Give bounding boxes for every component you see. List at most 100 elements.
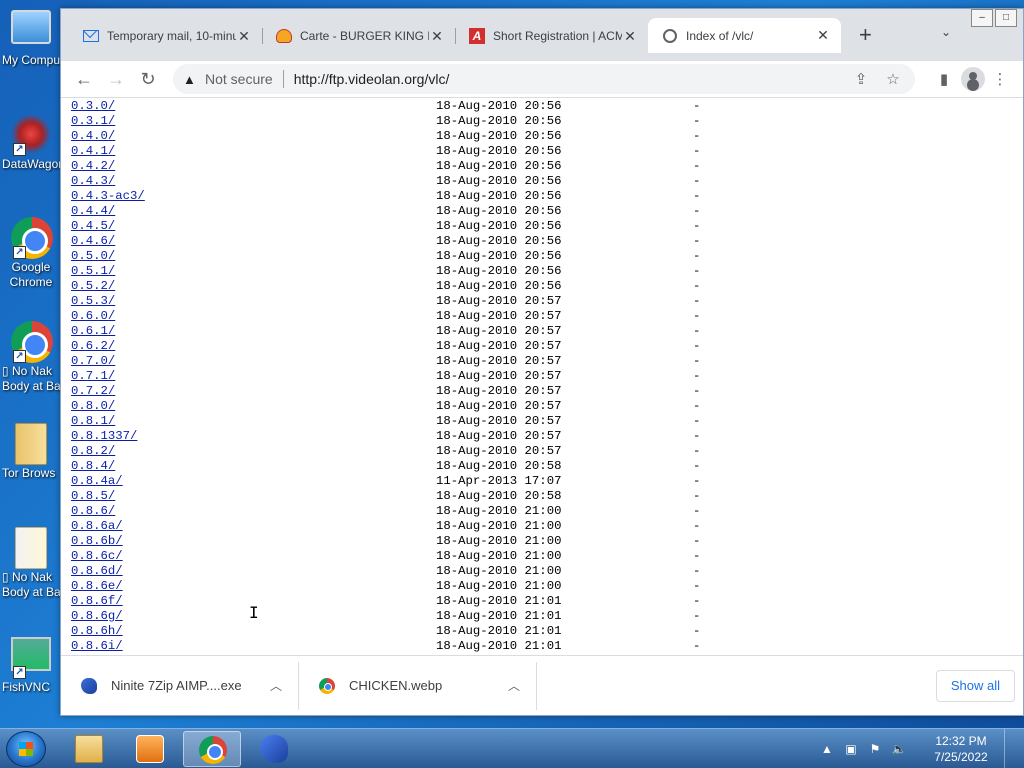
listing-row: 0.7.2/18-Aug-2010 20:57 -: [71, 384, 1023, 399]
listing-row: 0.8.6d/18-Aug-2010 21:00 -: [71, 564, 1023, 579]
download-name: CHICKEN.webp: [349, 678, 443, 693]
directory-link[interactable]: 0.7.0/: [71, 354, 436, 369]
desktop-icon-label: Google Chrome: [9, 260, 53, 289]
network-icon[interactable]: ▣: [842, 742, 860, 756]
directory-link[interactable]: 0.4.4/: [71, 204, 436, 219]
directory-link[interactable]: 0.4.0/: [71, 129, 436, 144]
directory-link[interactable]: 0.4.5/: [71, 219, 436, 234]
directory-link[interactable]: 0.6.2/: [71, 339, 436, 354]
directory-link[interactable]: 0.8.4a/: [71, 474, 436, 489]
show-all-button[interactable]: Show all: [935, 670, 1015, 702]
close-icon[interactable]: ✕: [429, 28, 445, 45]
show-desktop-button[interactable]: [1004, 729, 1016, 768]
system-tray: ▲ ▣ ⚑ 🔈 12:32 PM 7/25/2022: [818, 729, 1016, 768]
minimize-button[interactable]: –: [971, 9, 993, 27]
directory-link[interactable]: 0.6.1/: [71, 324, 436, 339]
directory-link[interactable]: 0.8.1/: [71, 414, 436, 429]
directory-link[interactable]: 0.5.2/: [71, 279, 436, 294]
listing-row: 0.5.1/18-Aug-2010 20:56 -: [71, 264, 1023, 279]
directory-link[interactable]: 0.8.4/: [71, 459, 436, 474]
directory-link[interactable]: 0.4.6/: [71, 234, 436, 249]
menu-icon[interactable]: ⋮: [985, 70, 1015, 88]
chevron-up-icon[interactable]: ︿: [270, 677, 282, 694]
directory-link[interactable]: 0.8.6i/: [71, 639, 436, 654]
taskbar-ninite[interactable]: [245, 731, 303, 767]
directory-link[interactable]: 0.8.2/: [71, 444, 436, 459]
text-cursor-icon: I: [249, 603, 259, 622]
side-panel-icon[interactable]: ▮: [929, 70, 959, 88]
new-tab-button[interactable]: +: [859, 19, 872, 53]
flag-icon[interactable]: ⚑: [866, 742, 884, 756]
directory-link[interactable]: 0.3.1/: [71, 114, 436, 129]
directory-link[interactable]: 0.8.6h/: [71, 624, 436, 639]
start-button[interactable]: [6, 731, 46, 767]
desktop-icon-label: My Computer: [2, 53, 62, 67]
tab-burger-king[interactable]: Carte - BURGER KING FR ✕: [262, 19, 455, 53]
bookmark-star-icon[interactable]: ☆: [881, 70, 905, 88]
directory-link[interactable]: 0.8.1337/: [71, 429, 436, 444]
download-item-chicken[interactable]: CHICKEN.webp ︿: [299, 661, 537, 710]
desktop-icon-google-chrome[interactable]: ↗ Google Chrome: [0, 217, 62, 290]
directory-link[interactable]: 0.8.6/: [71, 504, 436, 519]
tab-index-of-vlc[interactable]: Index of /vlc/ ✕: [648, 18, 841, 53]
directory-link[interactable]: 0.8.6c/: [71, 549, 436, 564]
directory-link[interactable]: 0.4.3-ac3/: [71, 189, 436, 204]
chevron-up-icon[interactable]: ︿: [508, 677, 520, 694]
directory-link[interactable]: 0.8.6a/: [71, 519, 436, 534]
directory-link[interactable]: 0.4.3/: [71, 174, 436, 189]
directory-link[interactable]: 0.5.1/: [71, 264, 436, 279]
desktop-icon-tor-browser[interactable]: Tor Brows: [0, 423, 62, 481]
address-bar[interactable]: ▲ Not secure http://ftp.videolan.org/vlc…: [173, 64, 915, 94]
desktop-icon-datawagon[interactable]: ↗ DataWagon: [0, 114, 62, 172]
tab-search-button[interactable]: ⌄: [941, 25, 951, 39]
directory-link[interactable]: 0.8.6d/: [71, 564, 436, 579]
profile-avatar[interactable]: [961, 67, 985, 91]
security-label[interactable]: Not secure: [205, 71, 273, 87]
tab-acm-registration[interactable]: A Short Registration | ACM ✕: [455, 19, 648, 53]
reload-button[interactable]: ↻: [133, 65, 163, 93]
share-icon[interactable]: ⇪: [849, 70, 873, 88]
directory-link[interactable]: 0.6.0/: [71, 309, 436, 324]
warning-icon[interactable]: ▲: [183, 72, 197, 87]
directory-link[interactable]: 0.8.5/: [71, 489, 436, 504]
desktop-icon-my-computer[interactable]: My Computer: [0, 10, 62, 68]
file-size: -: [693, 159, 701, 173]
directory-link[interactable]: 0.7.2/: [71, 384, 436, 399]
download-item-ninite[interactable]: Ninite 7Zip AIMP....exe ︿: [61, 661, 299, 710]
desktop-icon-fishvnc[interactable]: ↗ FishVNC: [0, 637, 62, 695]
directory-link[interactable]: 0.7.1/: [71, 369, 436, 384]
directory-link[interactable]: 0.3.0/: [71, 99, 436, 114]
modified-date: 18-Aug-2010 21:00: [436, 519, 562, 533]
chevron-up-icon[interactable]: ▲: [818, 742, 836, 756]
back-button[interactable]: ←: [69, 65, 99, 93]
taskbar-chrome[interactable]: [183, 731, 241, 767]
desktop-icon-no-nak-folder[interactable]: ▯ No Nak Body at Ba: [0, 527, 62, 600]
url-text[interactable]: http://ftp.videolan.org/vlc/: [294, 71, 841, 87]
download-bar: Ninite 7Zip AIMP....exe ︿ CHICKEN.webp ︿…: [61, 655, 1023, 715]
directory-link[interactable]: 0.5.0/: [71, 249, 436, 264]
maximize-button[interactable]: □: [995, 9, 1017, 27]
file-size: -: [693, 249, 701, 263]
directory-link[interactable]: 0.4.1/: [71, 144, 436, 159]
directory-link[interactable]: 0.5.3/: [71, 294, 436, 309]
close-icon[interactable]: ✕: [236, 28, 252, 45]
tab-temporary-mail[interactable]: Temporary mail, 10-minu ✕: [69, 19, 262, 53]
directory-link[interactable]: 0.8.6e/: [71, 579, 436, 594]
close-icon[interactable]: ✕: [815, 27, 831, 44]
forward-button[interactable]: →: [101, 65, 131, 93]
file-size: -: [693, 399, 701, 413]
clock[interactable]: 12:32 PM 7/25/2022: [926, 733, 996, 765]
taskbar-explorer[interactable]: [60, 731, 118, 767]
listing-row: 0.8.0/18-Aug-2010 20:57 -: [71, 399, 1023, 414]
desktop-icon-no-nak-chrome[interactable]: ↗ ▯ No Nak Body at Ba: [0, 321, 62, 394]
title-bar: – □ Temporary mail, 10-minu ✕ Carte - BU…: [61, 9, 1023, 61]
directory-link[interactable]: 0.8.6b/: [71, 534, 436, 549]
close-icon[interactable]: ✕: [622, 28, 638, 45]
directory-link[interactable]: 0.4.2/: [71, 159, 436, 174]
modified-date: 18-Aug-2010 20:56: [436, 144, 562, 158]
taskbar-media-player[interactable]: [121, 731, 179, 767]
tab-title: Temporary mail, 10-minu: [107, 29, 236, 43]
directory-link[interactable]: 0.8.0/: [71, 399, 436, 414]
volume-icon[interactable]: 🔈: [890, 742, 908, 756]
chrome-icon: [199, 736, 227, 764]
